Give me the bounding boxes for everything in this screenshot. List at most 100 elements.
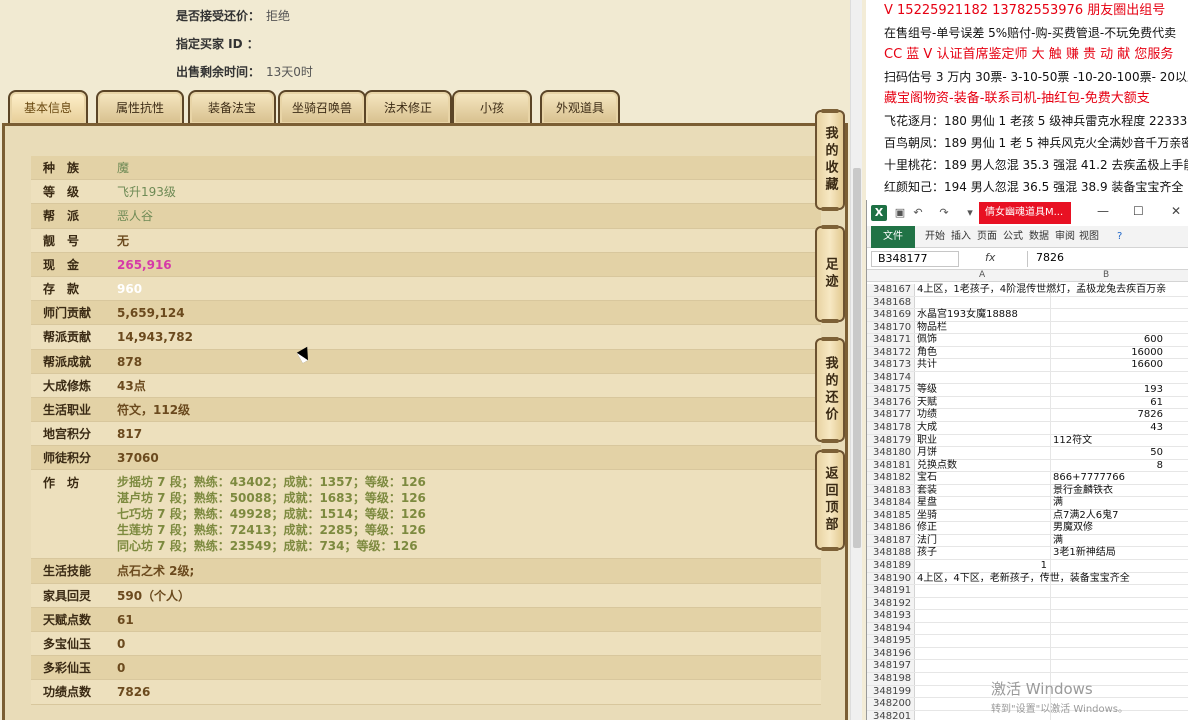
row-number[interactable]: 348192 [867, 597, 915, 610]
cell-a[interactable] [915, 585, 1051, 597]
cell-a[interactable]: 套装 [915, 484, 1051, 497]
cell-b[interactable] [1051, 573, 1188, 585]
cell-a[interactable]: 4上区，1老孩子，4阶混传世燃灯，孟极龙兔去疾百万亲 [915, 284, 1166, 296]
cell-b[interactable]: 16000 [1051, 347, 1188, 359]
cell-a[interactable] [915, 296, 1051, 309]
row-number[interactable]: 348186 [867, 522, 915, 534]
row-number[interactable]: 348179 [867, 434, 915, 447]
cell-b[interactable]: 满 [1051, 535, 1188, 547]
sheet-row[interactable]: 348187 法门 满 [867, 534, 1188, 548]
sheet-row[interactable]: 348177 功绩 7826 [867, 409, 1188, 423]
row-number[interactable]: 348169 [867, 309, 915, 321]
cell-a[interactable]: 共计 [915, 359, 1051, 371]
cell-b[interactable] [1051, 560, 1188, 572]
cell-b[interactable] [1051, 297, 1188, 309]
formula-input[interactable]: 7826 [1027, 251, 1183, 267]
row-number[interactable]: 348183 [867, 484, 915, 497]
cell-a[interactable]: 1 [915, 560, 1051, 572]
maximize-icon[interactable]: ☐ [1133, 204, 1144, 218]
column-b-header[interactable]: B [1103, 270, 1109, 280]
cell-b[interactable] [1051, 660, 1188, 672]
tab-basic-info[interactable]: 基本信息 [8, 90, 88, 124]
cell-a[interactable]: 角色 [915, 346, 1051, 359]
ribbon-tab-file[interactable]: 文件 [871, 226, 915, 248]
cell-b[interactable]: 景行金麟铁衣 [1051, 485, 1188, 497]
sheet-row[interactable]: 348184 星盘 满 [867, 497, 1188, 510]
row-number[interactable]: 348174 [867, 371, 915, 384]
row-number[interactable]: 348181 [867, 459, 915, 472]
row-number[interactable]: 348185 [867, 509, 915, 522]
row-number[interactable]: 348175 [867, 384, 915, 396]
scroll-thumb[interactable] [853, 168, 861, 548]
tab-spell-correction[interactable]: 法术修正 [364, 90, 452, 124]
sheet-row[interactable]: 348183 套装 景行金麟铁衣 [867, 484, 1188, 498]
row-number[interactable]: 348182 [867, 472, 915, 484]
cell-b[interactable] [1051, 322, 1188, 334]
sheet-row[interactable]: 348181 兑换点数 8 [867, 459, 1188, 473]
cell-a[interactable]: 星盘 [915, 497, 1051, 509]
cell-a[interactable]: 宝石 [915, 472, 1051, 484]
cell-a[interactable]: 大成 [915, 422, 1051, 434]
ribbon-tab-view[interactable]: 视图 [1079, 229, 1099, 245]
spreadsheet-grid[interactable]: 348167 4上区，1老孩子，4阶混传世燃灯，孟极龙兔去疾百万亲 348168 34… [867, 284, 1188, 720]
minimize-icon[interactable]: — [1097, 204, 1109, 218]
row-number[interactable]: 348199 [867, 685, 915, 698]
cell-a[interactable]: 兑换点数 [915, 459, 1051, 472]
sheet-row[interactable]: 348176 天赋 61 [867, 396, 1188, 410]
back-to-top-button[interactable]: 返回顶部 [815, 449, 845, 551]
cell-a[interactable]: 法门 [915, 534, 1051, 547]
sheet-row[interactable]: 348192 [867, 597, 1188, 611]
row-number[interactable]: 348191 [867, 585, 915, 597]
row-number[interactable]: 348189 [867, 560, 915, 572]
row-number[interactable]: 348194 [867, 622, 915, 635]
sheet-row[interactable]: 348169 水晶宫193女魔18888 [867, 309, 1188, 322]
sheet-row[interactable]: 348173 共计 16600 [867, 359, 1188, 372]
cell-b[interactable] [1051, 309, 1188, 321]
sheet-row[interactable]: 348179 职业 112符文 [867, 434, 1188, 448]
cell-a[interactable]: 功绩 [915, 409, 1051, 422]
cell-b[interactable] [1051, 610, 1188, 622]
tab-appearance[interactable]: 外观道具 [540, 90, 620, 124]
row-number[interactable]: 348178 [867, 422, 915, 434]
sheet-row[interactable]: 348175 等级 193 [867, 384, 1188, 397]
row-number[interactable]: 348171 [867, 334, 915, 346]
cell-b[interactable] [1051, 284, 1188, 296]
my-bargain-button[interactable]: 我的还价 [815, 337, 845, 443]
cell-a[interactable] [915, 371, 1051, 384]
row-number[interactable]: 348196 [867, 647, 915, 660]
row-number[interactable]: 348188 [867, 547, 915, 560]
tab-equipment[interactable]: 装备法宝 [188, 90, 276, 124]
cell-b[interactable]: 50 [1051, 447, 1188, 459]
row-number[interactable]: 348197 [867, 660, 915, 672]
cell-a[interactable]: 修正 [915, 522, 1051, 534]
row-number[interactable]: 348187 [867, 534, 915, 547]
sheet-row[interactable]: 348189 1 [867, 560, 1188, 573]
undo-icon[interactable]: ↶ [911, 206, 925, 220]
cell-b[interactable]: 8 [1051, 460, 1188, 472]
function-icon[interactable]: fx [985, 251, 995, 264]
cell-a[interactable]: 佩饰 [915, 334, 1051, 346]
sheet-row[interactable]: 348180 月饼 50 [867, 447, 1188, 460]
sheet-row[interactable]: 348190 4上区，4下区，老新孩子，传世，装备宝宝齐全 [867, 572, 1188, 586]
sheet-row[interactable]: 348171 佩饰 600 [867, 334, 1188, 347]
row-number[interactable]: 348200 [867, 698, 915, 710]
cell-a[interactable]: 等级 [915, 384, 1051, 396]
cell-a[interactable]: 水晶宫193女魔18888 [915, 309, 1051, 321]
close-icon[interactable]: ✕ [1171, 204, 1181, 218]
sheet-row[interactable]: 348196 [867, 647, 1188, 661]
row-number[interactable]: 348201 [867, 710, 915, 720]
column-a-header[interactable]: A [979, 270, 985, 280]
cell-a[interactable]: 4上区，4下区，老新孩子，传世，装备宝宝齐全 [915, 572, 1130, 585]
sheet-row[interactable]: 348170 物品栏 [867, 321, 1188, 335]
cell-b[interactable] [1051, 623, 1188, 635]
ribbon-tab-home[interactable]: 开始 [925, 229, 945, 245]
row-number[interactable]: 348195 [867, 635, 915, 647]
ribbon-tab-review[interactable]: 审阅 [1055, 229, 1075, 245]
cell-b[interactable]: 满 [1051, 497, 1188, 509]
sheet-row[interactable]: 348172 角色 16000 [867, 346, 1188, 360]
cell-b[interactable]: 112符文 [1051, 435, 1188, 447]
row-number[interactable]: 348167 [867, 284, 915, 296]
cell-b[interactable]: 43 [1051, 422, 1188, 434]
ribbon-tab-data[interactable]: 数据 [1029, 229, 1049, 245]
row-number[interactable]: 348168 [867, 296, 915, 309]
